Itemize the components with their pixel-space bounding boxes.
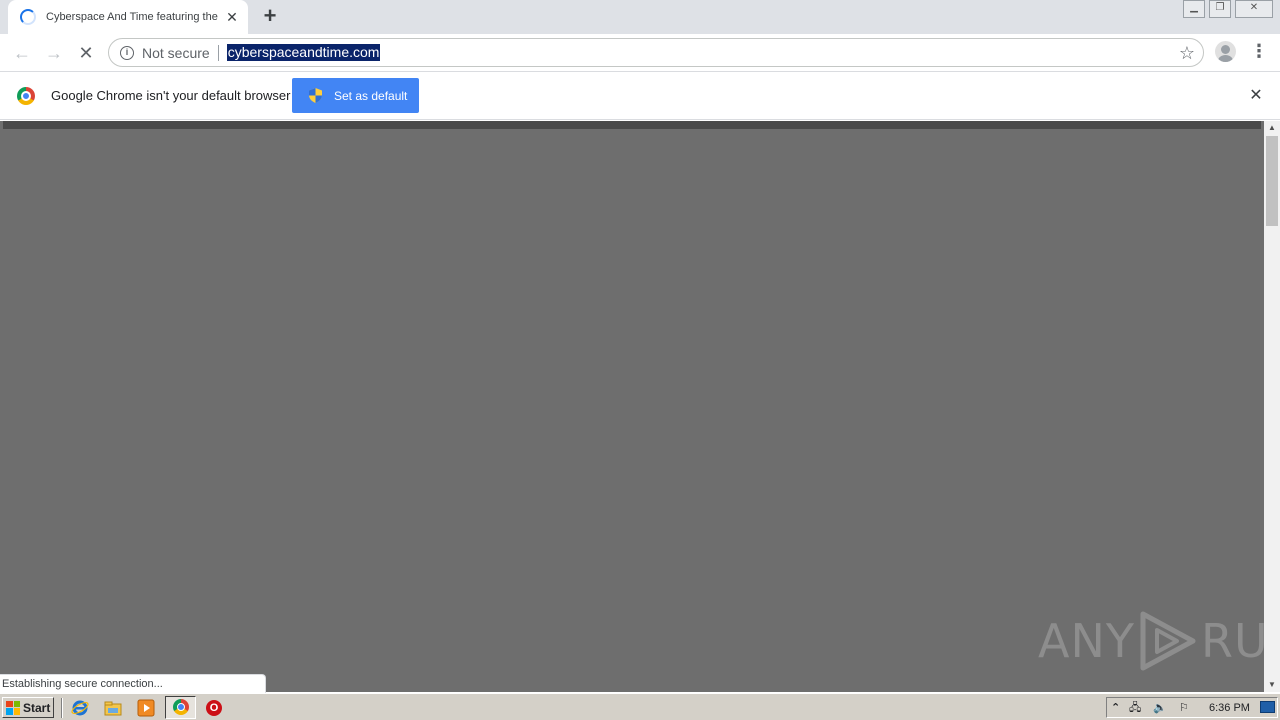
address-bar[interactable]: i Not secure cyberspaceandtime.com ☆ xyxy=(108,38,1204,67)
chrome-logo-icon xyxy=(17,87,35,105)
window-close-button[interactable]: ✕ xyxy=(1235,0,1273,18)
stop-loading-icon[interactable]: ✕ xyxy=(73,40,99,66)
clock[interactable]: 6:36 PM xyxy=(1209,700,1250,716)
file-explorer-icon[interactable] xyxy=(104,699,122,717)
tab-title: Cyberspace And Time featuring the xyxy=(46,11,218,23)
start-label: Start xyxy=(23,700,51,715)
infobar-message: Google Chrome isn't your default browser xyxy=(51,88,291,103)
bookmark-star-icon[interactable]: ☆ xyxy=(1179,42,1195,64)
network-icon[interactable]: 🖧 xyxy=(1129,700,1141,716)
omnibox-divider xyxy=(217,44,219,61)
security-label[interactable]: Not secure xyxy=(142,45,210,61)
status-bubble: Establishing secure connection... xyxy=(0,674,266,693)
opera-icon[interactable]: O xyxy=(206,700,222,716)
url-text[interactable]: cyberspaceandtime.com xyxy=(226,44,381,61)
taskbar-separator xyxy=(61,698,63,718)
watermark-left-text: ANY xyxy=(1038,614,1135,668)
window-restore-button[interactable]: ❐ xyxy=(1209,0,1231,18)
media-player-icon[interactable] xyxy=(137,699,155,717)
loading-spinner-icon xyxy=(20,9,36,25)
info-icon[interactable]: i xyxy=(120,45,134,60)
windows-logo-icon xyxy=(6,700,20,715)
taskbar: Start O ⌃ 🖧 🔈 ⚐ 6:36 PM xyxy=(0,693,1280,720)
page-content: ANY RUN xyxy=(0,121,1280,692)
scroll-up-icon[interactable]: ▲ xyxy=(1264,121,1280,135)
internet-explorer-icon[interactable] xyxy=(71,699,89,717)
tray-expand-icon[interactable]: ⌃ xyxy=(1111,700,1120,716)
tab-strip: Cyberspace And Time featuring the ✕ + ▁ … xyxy=(0,0,1280,34)
scroll-down-icon[interactable]: ▼ xyxy=(1264,678,1280,692)
set-as-default-button[interactable]: Set as default xyxy=(292,78,419,113)
chrome-menu-icon[interactable]: ⋮ xyxy=(1250,42,1268,64)
forward-arrow-icon[interactable]: → xyxy=(41,40,67,66)
play-logo-icon xyxy=(1140,611,1196,671)
anyrun-watermark: ANY RUN xyxy=(1038,609,1280,673)
tab-close-icon[interactable]: ✕ xyxy=(224,9,240,25)
new-tab-button[interactable]: + xyxy=(258,5,282,29)
uac-shield-icon xyxy=(309,88,322,103)
vertical-scrollbar[interactable]: ▲ ▼ xyxy=(1264,121,1280,692)
infobar-close-icon[interactable]: ✕ xyxy=(1247,87,1265,105)
content-header-strip xyxy=(3,121,1261,129)
scrollbar-thumb[interactable] xyxy=(1266,136,1278,226)
default-browser-infobar: Google Chrome isn't your default browser… xyxy=(0,72,1280,120)
volume-icon[interactable]: 🔈 xyxy=(1153,700,1167,716)
system-tray: ⌃ 🖧 🔈 ⚐ 6:36 PM xyxy=(1106,697,1278,718)
start-button[interactable]: Start xyxy=(2,697,54,718)
set-as-default-label: Set as default xyxy=(334,88,408,103)
show-desktop-icon[interactable] xyxy=(1260,701,1275,713)
chrome-taskbar-icon xyxy=(173,699,189,715)
back-arrow-icon[interactable]: ← xyxy=(9,40,35,66)
chrome-taskbar-button[interactable] xyxy=(165,696,196,719)
window-minimize-button[interactable]: ▁ xyxy=(1183,0,1205,18)
profile-avatar-icon[interactable] xyxy=(1215,41,1236,62)
browser-toolbar: ← → ✕ i Not secure cyberspaceandtime.com… xyxy=(0,34,1280,72)
action-center-flag-icon[interactable]: ⚐ xyxy=(1179,700,1189,716)
active-tab[interactable]: Cyberspace And Time featuring the ✕ xyxy=(8,0,248,34)
